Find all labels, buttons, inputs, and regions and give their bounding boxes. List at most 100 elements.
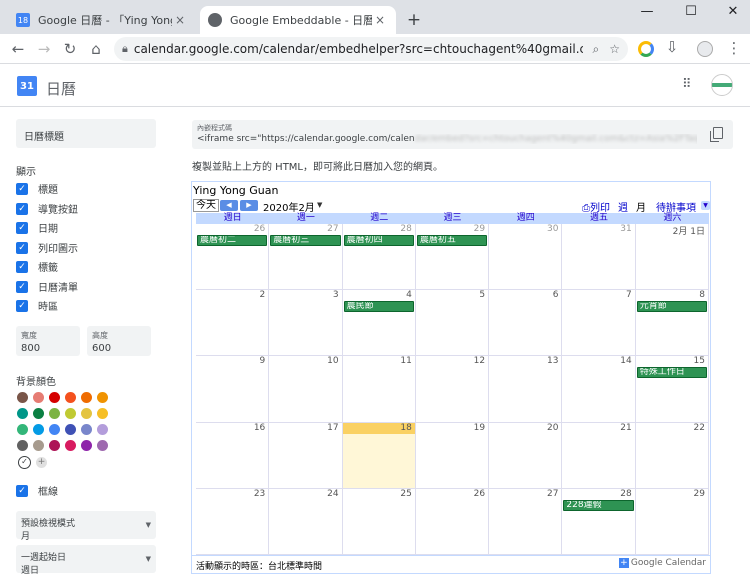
week-start-select[interactable]: 一週起始日 週日 ▼	[16, 545, 156, 576]
day-cell[interactable]: 31	[562, 224, 636, 291]
day-cell[interactable]: 11	[342, 356, 416, 423]
day-cell[interactable]: 2月 1日	[635, 224, 709, 291]
height-value[interactable]: 600	[92, 343, 146, 354]
event-chip[interactable]: 農曆初三	[270, 235, 341, 246]
close-tab-icon[interactable]: ×	[172, 13, 188, 27]
extension-icon[interactable]	[638, 41, 654, 57]
day-cell[interactable]: 6	[489, 290, 563, 357]
color-swatch[interactable]	[49, 424, 60, 435]
day-number[interactable]: 19	[474, 423, 485, 433]
day-cell[interactable]: 23	[196, 488, 270, 555]
color-swatch[interactable]	[65, 392, 76, 403]
checkbox-date[interactable]: ✓ 日期	[16, 220, 58, 235]
day-cell[interactable]: 17	[269, 422, 343, 489]
day-cell[interactable]: 18	[342, 422, 416, 489]
day-number[interactable]: 30	[547, 224, 558, 234]
tab-week[interactable]: 週	[618, 199, 628, 214]
day-number[interactable]: 7	[626, 290, 632, 300]
day-number[interactable]: 2	[260, 290, 266, 300]
color-swatch[interactable]	[65, 408, 76, 419]
copy-icon[interactable]	[710, 127, 723, 142]
day-cell[interactable]: 28	[342, 224, 416, 291]
event-chip[interactable]: 特殊工作日	[636, 367, 707, 379]
day-cell[interactable]: 14	[562, 356, 636, 423]
day-number[interactable]: 13	[547, 356, 558, 366]
color-swatch[interactable]	[81, 392, 92, 403]
checkmark-icon[interactable]: ✓	[16, 280, 28, 293]
calendar-title-input[interactable]: 日曆標題	[16, 119, 156, 148]
checkmark-icon[interactable]: ✓	[16, 260, 28, 273]
checkbox-border[interactable]: ✓ 框線	[16, 483, 58, 498]
color-swatch[interactable]	[49, 392, 60, 403]
color-swatch[interactable]	[33, 424, 44, 435]
day-number[interactable]: 28	[620, 489, 631, 499]
event-chip[interactable]: 農曆初四	[343, 235, 414, 246]
day-cell[interactable]: 2	[196, 290, 270, 357]
default-view-select[interactable]: 預設檢視模式 月 ▼	[16, 511, 156, 542]
color-swatch[interactable]	[97, 408, 108, 419]
maximize-button[interactable]: ☐	[676, 4, 706, 19]
color-swatch[interactable]	[81, 440, 92, 451]
apps-grid-icon[interactable]: ⠿	[682, 77, 692, 92]
color-swatch[interactable]	[17, 424, 28, 435]
color-swatch[interactable]	[97, 392, 108, 403]
day-number[interactable]: 23	[254, 489, 265, 499]
selected-color-check-icon[interactable]: ✓	[18, 456, 31, 469]
color-swatch[interactable]	[17, 392, 28, 403]
day-number[interactable]: 16	[254, 423, 265, 433]
avatar[interactable]	[711, 74, 733, 96]
day-number[interactable]: 18	[400, 423, 411, 433]
day-cell[interactable]: 29	[635, 488, 709, 555]
day-cell[interactable]: 25	[342, 488, 416, 555]
height-field[interactable]: 高度 600	[87, 326, 151, 356]
day-number[interactable]: 28	[400, 224, 411, 234]
download-icon[interactable]: ⇩	[662, 38, 682, 56]
day-cell[interactable]: 13	[489, 356, 563, 423]
today-button[interactable]: 今天	[193, 199, 219, 212]
forward-arrow-icon[interactable]: →	[34, 40, 54, 58]
day-cell[interactable]: 27	[489, 488, 563, 555]
day-cell[interactable]: 8	[635, 290, 709, 357]
new-tab-button[interactable]: +	[404, 10, 424, 30]
day-cell[interactable]: 30	[489, 224, 563, 291]
day-number[interactable]: 26	[474, 489, 485, 499]
event-chip[interactable]: 農曆初二	[197, 235, 268, 246]
day-number[interactable]: 25	[400, 489, 411, 499]
day-number[interactable]: 31	[620, 224, 631, 234]
bookmark-star-icon[interactable]: ☆	[609, 42, 620, 56]
minimize-button[interactable]: —	[632, 4, 662, 19]
event-chip[interactable]: 農曆初五	[416, 235, 488, 246]
day-number[interactable]: 3	[333, 290, 339, 300]
day-cell[interactable]: 4	[342, 290, 416, 357]
prev-month-icon[interactable]: ◀	[220, 200, 238, 211]
day-cell[interactable]: 19	[415, 422, 490, 489]
zoom-icon[interactable]: ⌕	[593, 42, 600, 57]
day-cell[interactable]: 27	[269, 224, 343, 291]
checkbox-calendar-list[interactable]: ✓ 日曆清單	[16, 279, 78, 294]
google-calendar-button[interactable]: + Google Calendar	[618, 558, 706, 568]
day-number[interactable]: 14	[620, 356, 631, 366]
add-custom-color-icon[interactable]: +	[36, 457, 47, 468]
tab-agenda[interactable]: 待辦事項	[656, 199, 696, 214]
close-window-button[interactable]: ✕	[718, 4, 748, 19]
day-number[interactable]: 29	[694, 489, 705, 499]
day-number[interactable]: 6	[553, 290, 559, 300]
width-value[interactable]: 800	[21, 343, 75, 354]
checkbox-timezone[interactable]: ✓ 時區	[16, 298, 58, 313]
calendar-list-dropdown-icon[interactable]: ▼	[701, 201, 710, 210]
address-bar[interactable]: 🔒︎ calendar.google.com/calendar/embedhel…	[114, 37, 628, 61]
color-swatch[interactable]	[33, 392, 44, 403]
checkmark-icon[interactable]: ✓	[16, 299, 28, 312]
color-swatch[interactable]	[97, 424, 108, 435]
day-number[interactable]: 4	[406, 290, 412, 300]
day-number[interactable]: 9	[260, 356, 266, 366]
browser-tab-embeddable[interactable]: Google Embeddable - 日曆 ×	[200, 6, 396, 34]
color-swatch[interactable]	[65, 440, 76, 451]
color-swatch[interactable]	[33, 408, 44, 419]
day-number[interactable]: 29	[474, 224, 485, 234]
day-number[interactable]: 21	[620, 423, 631, 433]
checkmark-icon[interactable]: ✓	[16, 241, 28, 254]
day-cell[interactable]: 20	[489, 422, 563, 489]
checkmark-icon[interactable]: ✓	[16, 202, 28, 215]
day-number[interactable]: 15	[694, 356, 705, 366]
